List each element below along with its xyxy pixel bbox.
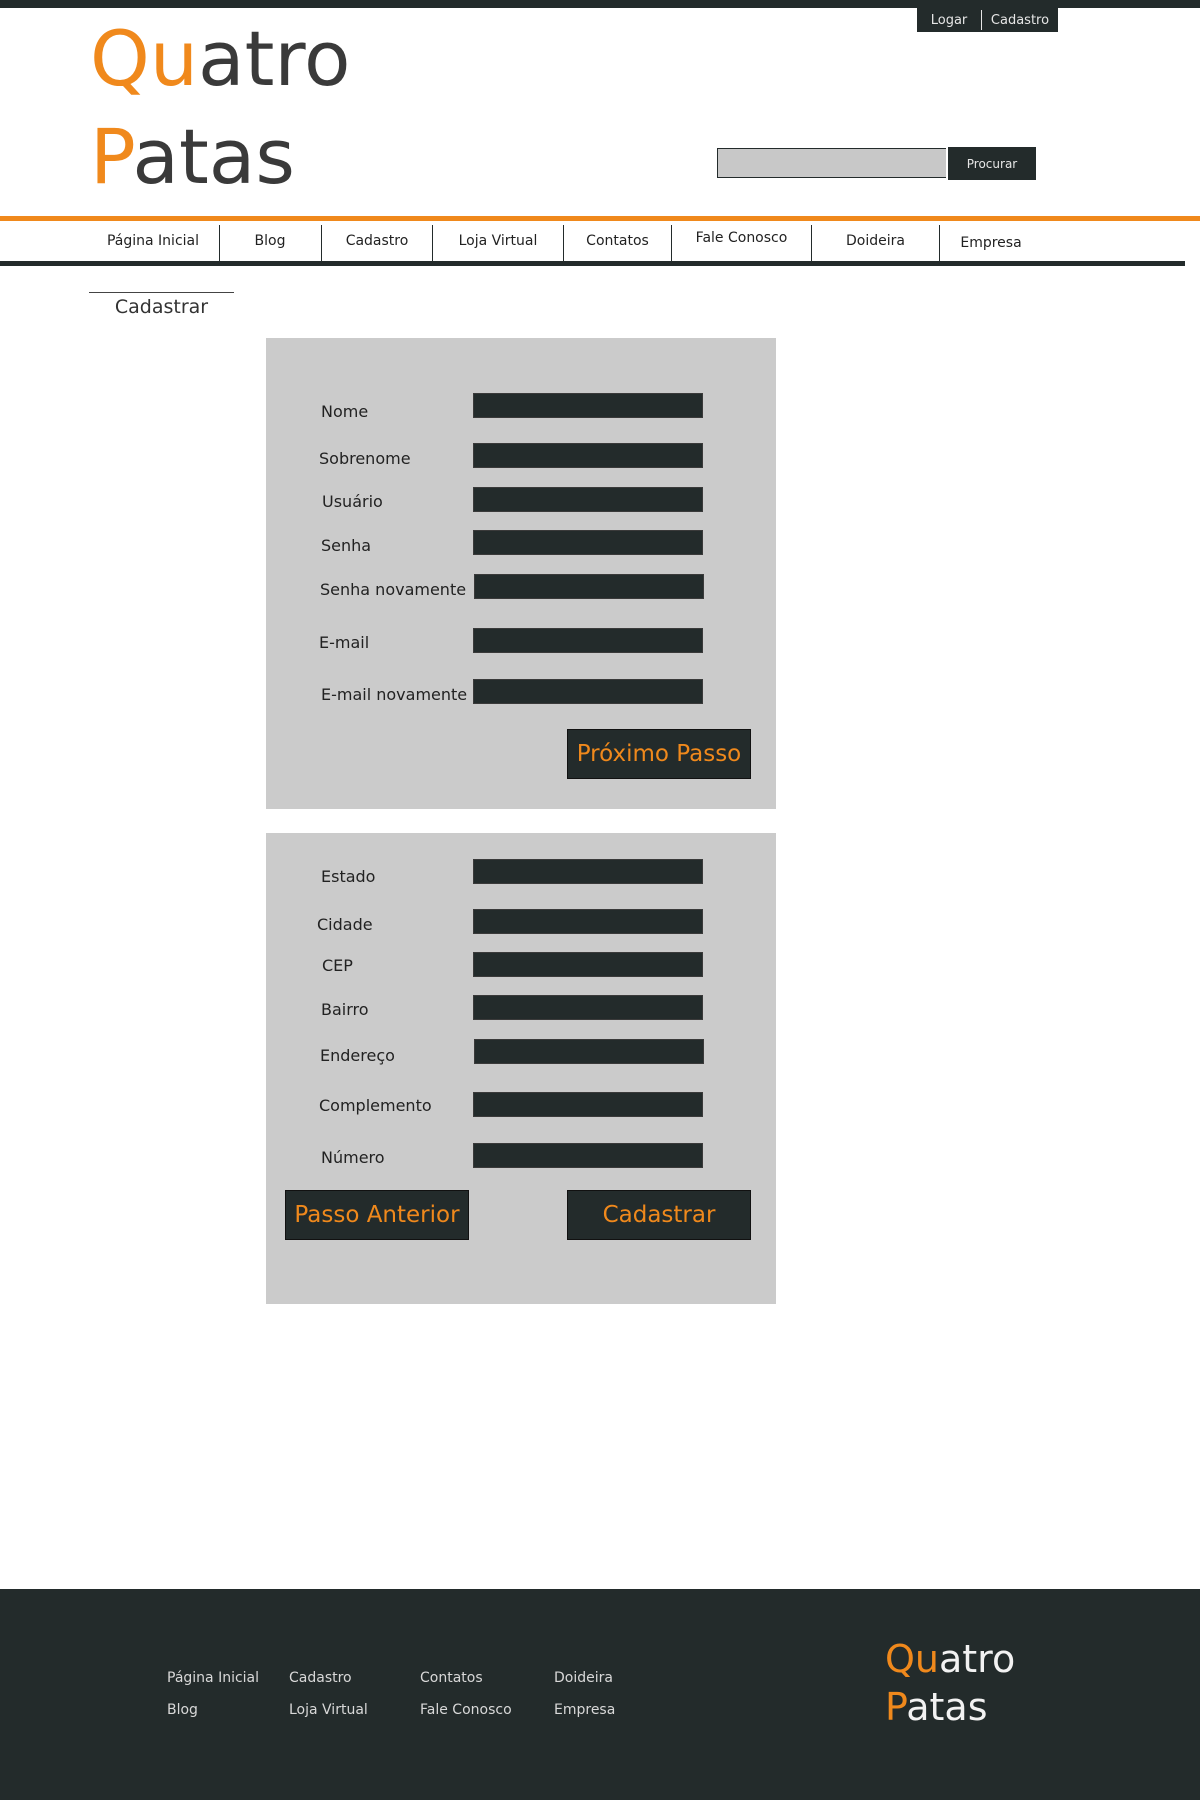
field-label-email: E-mail [319,633,370,652]
nome-input[interactable] [473,393,703,418]
usuario-input[interactable] [473,487,703,512]
signup-step-2-panel: Estado Cidade CEP Bairro Endereço Comple… [266,833,776,1304]
complemento-input[interactable] [473,1092,703,1117]
footer-link-cadastro[interactable]: Cadastro [289,1670,352,1686]
nav-item-loja-virtual[interactable]: Loja Virtual [433,221,563,261]
field-label-usuario: Usuário [322,492,383,511]
cidade-input[interactable] [473,909,703,934]
nav-item-blog[interactable]: Blog [220,221,320,261]
footer-link-fale-conosco[interactable]: Fale Conosco [420,1702,512,1718]
search-button[interactable]: Procurar [948,147,1036,180]
field-label-email-novamente: E-mail novamente [321,685,468,704]
footer-link-blog[interactable]: Blog [167,1702,198,1718]
auth-menu: Logar Cadastro [917,8,1058,32]
logo-line-1: Quatro [90,14,351,103]
footer-link-doideira[interactable]: Doideira [554,1670,613,1686]
footer-logo-line-1: Quatro [885,1637,1016,1681]
nav-item-empresa[interactable]: Empresa [940,223,1042,263]
logo-line-2: Patas [90,112,295,201]
nav-item-fale-conosco[interactable]: Fale Conosco [672,218,811,258]
footer-link-loja-virtual[interactable]: Loja Virtual [289,1702,368,1718]
previous-step-button[interactable]: Passo Anterior [285,1190,469,1240]
next-step-button[interactable]: Próximo Passo [567,729,751,779]
email-input[interactable] [473,628,703,653]
bairro-input[interactable] [473,995,703,1020]
field-label-cep: CEP [322,956,353,975]
signup-link[interactable]: Cadastro [982,13,1058,28]
page-title: Cadastrar [89,292,234,318]
footer-logo[interactable]: Quatro Patas [885,1635,1015,1731]
cep-input[interactable] [473,952,703,977]
email-novamente-input[interactable] [473,679,703,704]
estado-input[interactable] [473,859,703,884]
sobrenome-input[interactable] [473,443,703,468]
site-footer: Página Inicial Blog Cadastro Loja Virtua… [0,1589,1200,1800]
senha-novamente-input[interactable] [474,574,704,599]
footer-link-contatos[interactable]: Contatos [420,1670,483,1686]
field-label-bairro: Bairro [321,1000,369,1019]
site-logo[interactable]: Quatro Patas [90,10,350,206]
nav-item-pagina-inicial[interactable]: Página Inicial [88,221,218,261]
footer-link-pagina-inicial[interactable]: Página Inicial [167,1670,259,1686]
nav-item-contatos[interactable]: Contatos [564,221,671,261]
footer-link-empresa[interactable]: Empresa [554,1702,615,1718]
field-label-senha: Senha [321,536,372,555]
signup-step-1-panel: Nome Sobrenome Usuário Senha Senha novam… [266,338,776,809]
numero-input[interactable] [473,1143,703,1168]
nav-bottom-rule [0,261,1185,266]
field-label-estado: Estado [321,867,376,886]
field-label-senha-novamente: Senha novamente [320,580,467,599]
endereco-input[interactable] [474,1039,704,1064]
senha-input[interactable] [473,530,703,555]
field-label-sobrenome: Sobrenome [319,449,411,468]
field-label-cidade: Cidade [317,915,373,934]
submit-signup-button[interactable]: Cadastrar [567,1190,751,1240]
footer-logo-line-2: Patas [885,1685,988,1729]
login-link[interactable]: Logar [917,13,981,28]
nav-item-cadastro[interactable]: Cadastro [322,221,432,261]
field-label-nome: Nome [321,402,369,421]
top-bar [0,0,1200,8]
field-label-complemento: Complemento [319,1096,432,1115]
main-nav: Página Inicial Blog Cadastro Loja Virtua… [0,221,1185,261]
field-label-numero: Número [321,1148,385,1167]
search-input[interactable] [717,148,946,178]
nav-item-doideira[interactable]: Doideira [812,221,939,261]
field-label-endereco: Endereço [320,1046,395,1065]
